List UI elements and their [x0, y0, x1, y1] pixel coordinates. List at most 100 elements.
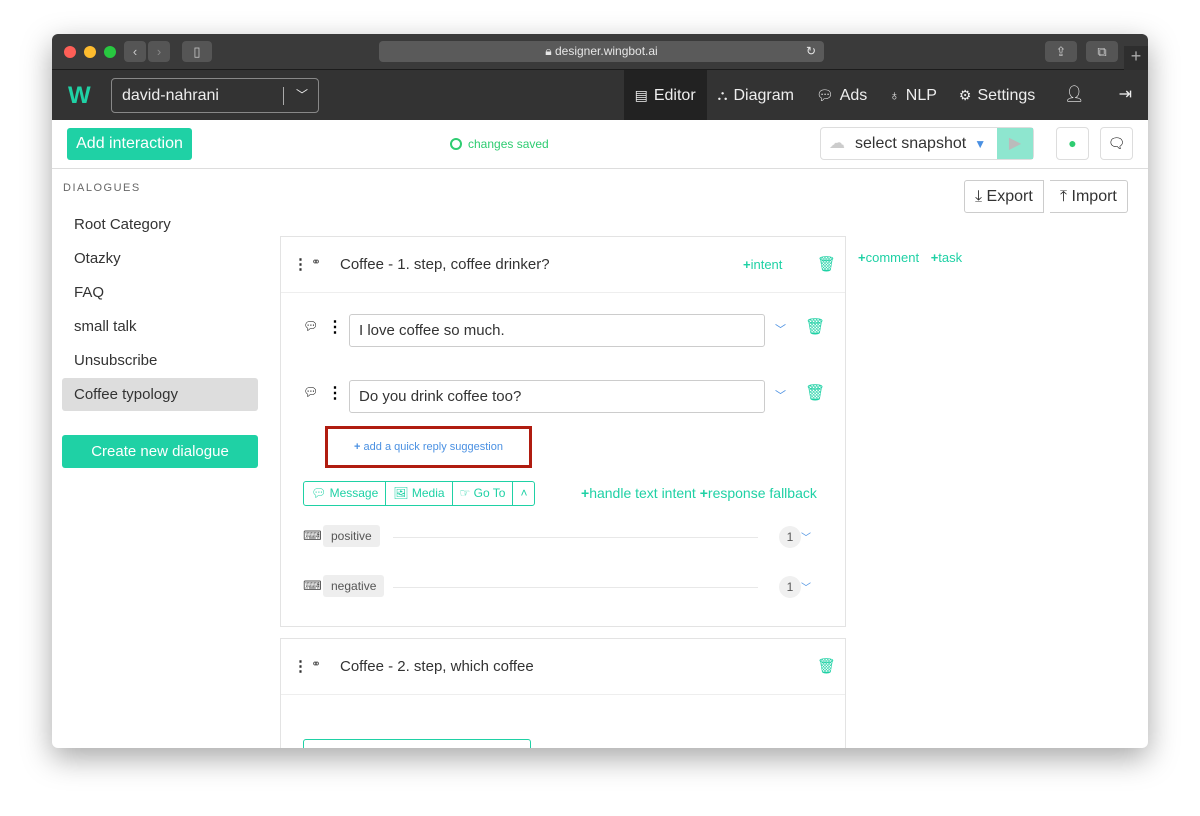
cloud-icon: ☁	[829, 135, 845, 152]
user-icon[interactable]: 👤︎	[1046, 70, 1102, 120]
interaction-header: ⋮ ⚭ Coffee - 1. step, coffee drinker? +i…	[281, 237, 845, 293]
import-label: Import	[1071, 188, 1117, 205]
count-badge: 1	[779, 576, 801, 598]
link-icon[interactable]: ⚭	[311, 255, 321, 269]
snapshot-label: select snapshot	[855, 135, 967, 152]
check-status-button[interactable]: ●	[1056, 127, 1089, 160]
add-media-button[interactable]: 🖼︎ Media	[386, 482, 453, 505]
sidebar-item-unsubscribe[interactable]: Unsubscribe	[62, 344, 258, 377]
download-icon: ⤓	[975, 188, 987, 205]
chat-test-button[interactable]: 🗨︎	[1100, 127, 1133, 160]
intent-label: intent	[750, 257, 783, 272]
interaction-card: ⋮ ⚭ Coffee - 2. step, which coffee 🗑︎	[280, 638, 846, 748]
reload-icon[interactable]: ↻	[806, 41, 816, 62]
add-message-button[interactable]: 💬︎ Message	[304, 482, 387, 505]
share-icon[interactable]: ⇪	[1045, 41, 1077, 62]
interaction-card: ⋮ ⚭ Coffee - 1. step, coffee drinker? +i…	[280, 236, 846, 627]
chevron-down-icon[interactable]: ﹀	[801, 579, 811, 594]
add-response-toolbar: 💬︎ Message 🖼︎ Media ☞ Go To ˄	[303, 481, 536, 506]
add-response-toolbar[interactable]	[303, 739, 531, 748]
drag-handle-icon[interactable]: ⋮	[327, 383, 343, 403]
nav-ads[interactable]: 💬︎ Ads	[805, 70, 878, 120]
tabs-icon[interactable]: ⧉	[1086, 41, 1118, 62]
message-input[interactable]: I love coffee so much.	[349, 314, 765, 347]
import-button[interactable]: ⤒ Import	[1050, 180, 1128, 213]
interaction-title[interactable]: Coffee - 2. step, which coffee	[340, 658, 534, 675]
add-goto-button[interactable]: ☞ Go To	[453, 482, 514, 505]
chevron-down-icon: ▼	[974, 137, 987, 151]
logout-icon[interactable]: ⇥	[1103, 70, 1148, 120]
add-intent-link[interactable]: +intent	[743, 257, 782, 272]
divider	[393, 587, 758, 588]
sidebar-item-faq[interactable]: FAQ	[62, 276, 258, 309]
trash-icon[interactable]: 🗑︎	[805, 317, 825, 337]
address-bar[interactable]: 🔒︎ designer.wingbot.ai ↻	[379, 41, 824, 62]
chevron-down-icon[interactable]: ﹀	[801, 529, 811, 544]
browser-titlebar: ‹ › ▯ 🔒︎ designer.wingbot.ai ↻ ⇪ ⧉ +	[52, 34, 1148, 70]
drag-handle-icon[interactable]: ⋮	[293, 255, 308, 273]
response-fallback-link[interactable]: +response fallback	[700, 485, 817, 501]
quick-reply-label: add a quick reply suggestion	[363, 441, 503, 453]
sidebar-item-otazky[interactable]: Otazky	[62, 242, 258, 275]
sidebar-item-coffee-typology[interactable]: Coffee typology	[62, 378, 258, 411]
task-label: task	[938, 250, 963, 265]
minimize-window-button[interactable]	[84, 46, 96, 58]
nav-label: NLP	[905, 87, 937, 104]
trash-icon[interactable]: 🗑︎	[805, 383, 825, 403]
interaction-title[interactable]: Coffee - 1. step, coffee drinker?	[340, 256, 550, 273]
trash-icon[interactable]: 🗑︎	[817, 657, 836, 675]
new-tab-icon[interactable]: +	[1124, 46, 1148, 70]
sidebar-item-small-talk[interactable]: small talk	[62, 310, 258, 343]
close-window-button[interactable]	[64, 46, 76, 58]
toolbar: Add interaction changes saved ☁ select sn…	[52, 120, 1148, 169]
maximize-window-button[interactable]	[104, 46, 116, 58]
add-comment-link[interactable]: +comment	[858, 250, 919, 265]
export-button[interactable]: ⤓ Export	[964, 180, 1044, 213]
intent-tag[interactable]: negative	[323, 575, 385, 597]
message-input[interactable]: Do you drink coffee too?	[349, 380, 765, 413]
handle-text-intent-link[interactable]: +handle text intent	[581, 485, 696, 501]
nav-editor[interactable]: ▤ Editor	[623, 70, 707, 120]
save-status: changes saved	[450, 137, 549, 151]
chevron-down-icon[interactable]: ﹀	[775, 321, 786, 337]
project-select[interactable]: david-nahrani ﹀	[111, 78, 319, 113]
sidebar-toggle-icon[interactable]: ▯	[182, 41, 212, 62]
nav-nlp[interactable]: ♁ NLP	[878, 70, 948, 120]
button-label: Message	[329, 486, 379, 500]
add-interaction-button[interactable]: Add interaction	[67, 128, 192, 160]
intent-tag[interactable]: positive	[323, 525, 380, 547]
button-label: Go To	[473, 486, 506, 500]
back-icon[interactable]: ‹	[124, 41, 146, 62]
divider	[393, 537, 758, 538]
interaction-header: ⋮ ⚭ Coffee - 2. step, which coffee 🗑︎	[281, 639, 845, 695]
add-quick-reply-link[interactable]: + add a quick reply suggestion	[325, 426, 532, 468]
nav-settings[interactable]: ⚙ Settings	[948, 70, 1046, 120]
sidebar-item-root-category[interactable]: Root Category	[62, 208, 258, 241]
browser-window: ‹ › ▯ 🔒︎ designer.wingbot.ai ↻ ⇪ ⧉ + W da…	[52, 34, 1148, 748]
chevron-down-icon[interactable]: ﹀	[775, 387, 786, 403]
chevron-up-icon[interactable]: ˄	[513, 482, 534, 505]
create-dialogue-button[interactable]: Create new dialogue	[62, 435, 258, 468]
nav-diagram[interactable]: ⛬ Diagram	[707, 70, 805, 120]
upload-icon: ⤒	[1060, 188, 1072, 205]
nav-label: Diagram	[733, 87, 794, 104]
forward-icon[interactable]: ›	[148, 41, 170, 62]
gears-icon: ⚙	[958, 87, 972, 103]
drag-handle-icon[interactable]: ⋮	[293, 657, 308, 675]
count-badge: 1	[779, 526, 801, 548]
nav-label: Settings	[977, 87, 1036, 104]
editor-icon: ▤	[634, 87, 648, 103]
sidebar-heading: DIALOGUES	[63, 182, 141, 194]
drag-handle-icon[interactable]: ⋮	[327, 317, 343, 337]
snapshot-select[interactable]: ☁ select snapshot ▼ ▶	[820, 127, 1034, 160]
speech-bubble-icon: 💬︎	[303, 385, 319, 399]
add-task-link[interactable]: +task	[931, 250, 962, 265]
trash-icon[interactable]: 🗑︎	[817, 255, 836, 273]
keyboard-icon: ⌨	[303, 578, 322, 593]
link-icon[interactable]: ⚭	[311, 657, 321, 671]
keyboard-icon: ⌨	[303, 528, 322, 543]
play-button[interactable]: ▶	[997, 128, 1033, 159]
link-label: handle text intent	[589, 485, 696, 501]
top-nav: W david-nahrani ﹀ ▤ Editor ⛬ Diagram 💬︎ Ads …	[52, 70, 1148, 120]
wingbot-logo[interactable]: W	[68, 82, 91, 110]
